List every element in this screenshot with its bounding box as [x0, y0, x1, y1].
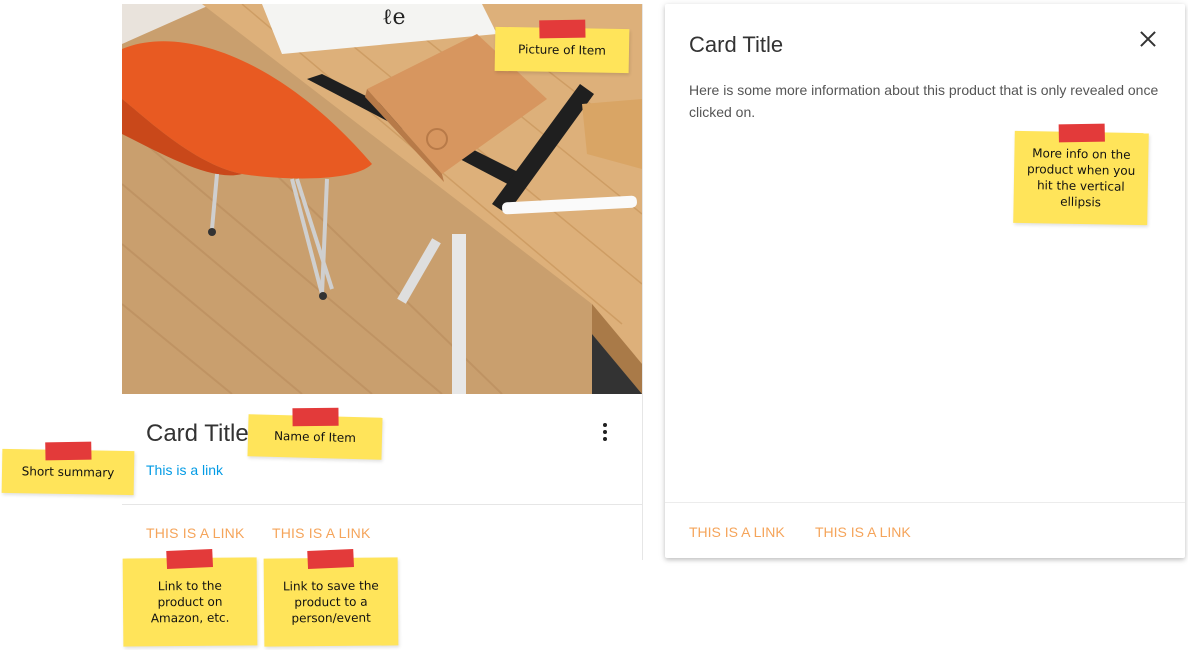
note-picture: Picture of Item	[494, 19, 630, 74]
note-name: Name of Item	[247, 407, 383, 460]
revealed-card-title: Card Title	[689, 32, 784, 57]
close-icon[interactable]	[1137, 28, 1159, 50]
action-link-amazon[interactable]: THIS IS A LINK	[146, 524, 245, 542]
revealed-action-link-1[interactable]: THIS IS A LINK	[689, 523, 785, 541]
tape-icon	[307, 549, 354, 569]
more-vert-icon[interactable]	[592, 420, 618, 448]
tape-icon	[1058, 123, 1105, 143]
product-card: ℓe Card Title This is a link THIS IS A L…	[122, 4, 643, 560]
summary-link[interactable]: This is a link	[146, 460, 223, 480]
revealed-card-text: Here is some more information about this…	[689, 82, 1159, 120]
card-title: Card Title	[146, 420, 249, 447]
tape-icon	[292, 407, 339, 427]
svg-text:ℓe: ℓe	[382, 5, 406, 30]
tape-icon	[45, 441, 92, 461]
card-divider	[122, 504, 642, 505]
note-summary: Short summary	[1, 441, 135, 496]
action-link-save[interactable]: THIS IS A LINK	[272, 524, 371, 542]
tape-icon	[166, 549, 213, 569]
revealed-card-divider	[665, 502, 1185, 503]
note-link-save: Link to save the product to a person/eve…	[263, 549, 399, 647]
revealed-card: Card Title Here is some more information…	[665, 4, 1185, 558]
revealed-action-link-2[interactable]: THIS IS A LINK	[815, 523, 911, 541]
tape-icon	[539, 19, 586, 39]
card-content: Card Title This is a link	[122, 394, 642, 504]
note-link-amazon: Link to the product on Amazon, etc.	[122, 549, 258, 647]
note-more-info: More info on the product when you hit th…	[1013, 123, 1149, 226]
page: ℓe Card Title This is a link THIS IS A L…	[0, 0, 1188, 650]
